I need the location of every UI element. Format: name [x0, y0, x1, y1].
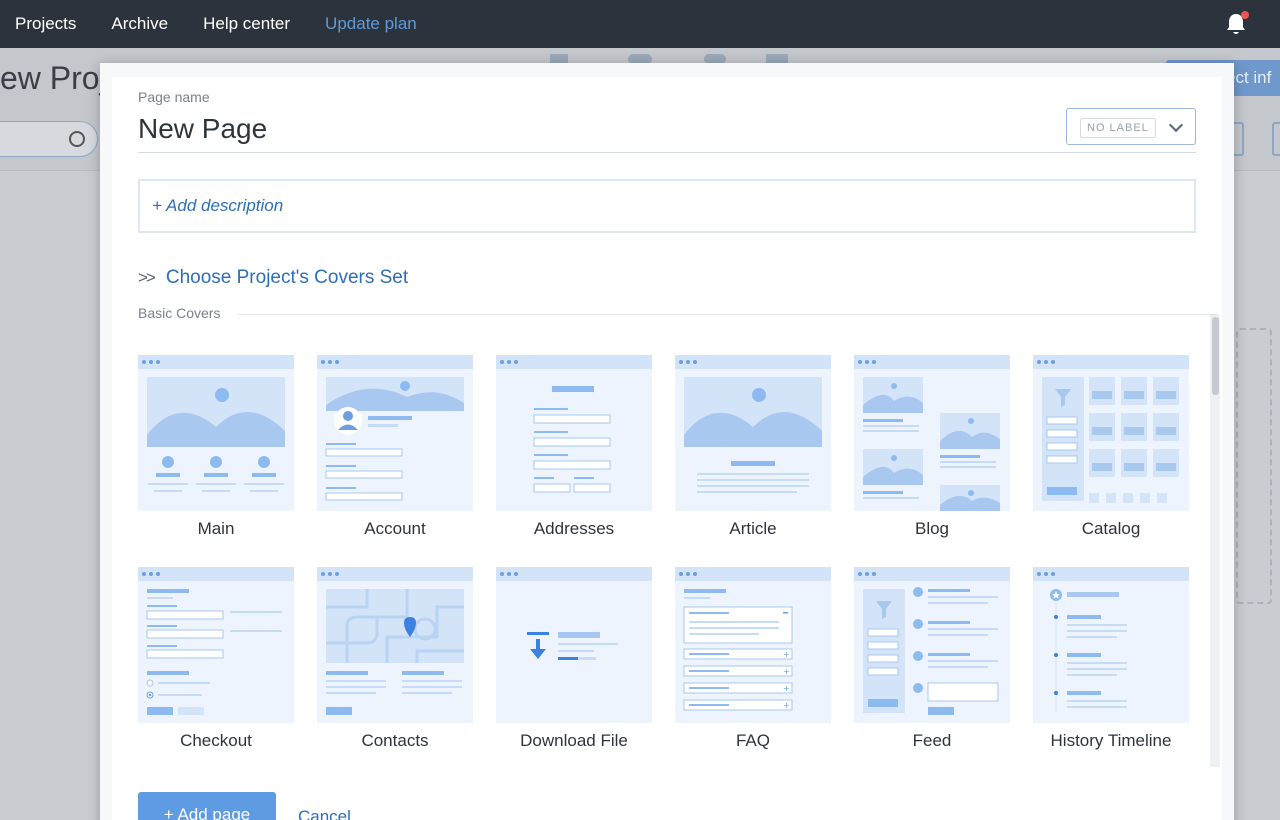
- cover-name: Blog: [914, 519, 950, 538]
- cover-card-blog[interactable]: Blog: [854, 355, 1010, 539]
- label-select[interactable]: NO LABEL: [1066, 108, 1196, 145]
- checkout-cover-icon: [138, 567, 294, 723]
- modal-body: Page name NO LABEL + Add description >> …: [112, 77, 1222, 820]
- covers-grid: Main Account Addresses Article Blog Cata…: [138, 339, 1198, 767]
- cover-card-addresses[interactable]: Addresses: [496, 355, 652, 539]
- double-chevron-right-icon: >>: [138, 268, 156, 287]
- feed-cover-icon: [854, 567, 1010, 723]
- background-page-title: ew Proj: [0, 60, 107, 96]
- cover-card-catalog[interactable]: Catalog: [1033, 355, 1189, 539]
- cover-card-history-timeline[interactable]: History Timeline: [1033, 567, 1189, 751]
- svg-text:+: +: [783, 701, 790, 710]
- addresses-cover-icon: [496, 355, 652, 511]
- cover-name: Addresses: [533, 519, 615, 538]
- cover-card-checkout[interactable]: Checkout: [138, 567, 294, 751]
- contacts-cover-icon: [317, 567, 473, 723]
- cover-name: History Timeline: [1050, 731, 1172, 750]
- background-dropzone: [1236, 328, 1272, 604]
- cover-name: Checkout: [180, 731, 252, 750]
- cover-name: Main: [197, 519, 235, 538]
- search-icon: [69, 131, 85, 147]
- notification-dot: [1241, 11, 1249, 19]
- cover-name: Account: [364, 519, 426, 538]
- page-name-input[interactable]: [138, 111, 1196, 153]
- cover-card-download-file[interactable]: Download File: [496, 567, 652, 751]
- notification-bell-icon[interactable]: [1225, 11, 1249, 36]
- cover-name: Download File: [520, 731, 628, 750]
- nav-update-plan[interactable]: Update plan: [325, 14, 417, 34]
- choose-covers-set-link[interactable]: >> Choose Project's Covers Set: [138, 265, 408, 291]
- nav-projects[interactable]: Projects: [15, 14, 76, 34]
- blog-cover-icon: [854, 355, 1010, 511]
- basic-covers-label: Basic Covers: [138, 305, 221, 321]
- description-placeholder: + Add description: [152, 196, 284, 215]
- label-tag: NO LABEL: [1080, 118, 1156, 138]
- cover-name: Article: [729, 519, 777, 538]
- cover-card-contacts[interactable]: Contacts: [317, 567, 473, 751]
- cover-name: FAQ: [735, 731, 770, 750]
- account-cover-icon: [317, 355, 473, 511]
- svg-text:+: +: [783, 667, 790, 676]
- cover-name: Contacts: [361, 731, 429, 750]
- cover-card-article[interactable]: Article: [675, 355, 831, 539]
- cover-card-faq[interactable]: + + + + FAQ: [675, 567, 831, 751]
- divider: [238, 314, 1218, 315]
- article-cover-icon: [675, 355, 831, 511]
- svg-text:+: +: [783, 684, 790, 693]
- nav-archive[interactable]: Archive: [111, 14, 168, 34]
- faq-cover-icon: + + + +: [675, 567, 831, 723]
- cover-name: Catalog: [1081, 519, 1141, 538]
- add-description-field[interactable]: + Add description: [138, 179, 1196, 233]
- cover-card-feed[interactable]: Feed: [854, 567, 1010, 751]
- history-timeline-cover-icon: [1033, 567, 1189, 723]
- catalog-cover-icon: [1033, 355, 1189, 511]
- download-file-cover-icon: [496, 567, 652, 723]
- top-nav: Projects Archive Help center Update plan: [0, 0, 1280, 48]
- add-page-button[interactable]: + Add page: [138, 792, 276, 820]
- page-name-label: Page name: [138, 89, 210, 105]
- add-page-modal: Page name NO LABEL + Add description >> …: [100, 63, 1234, 820]
- background-search-input: [0, 121, 98, 157]
- cancel-link[interactable]: Cancel: [298, 807, 351, 820]
- nav-help-center[interactable]: Help center: [203, 14, 290, 34]
- chevron-down-icon: [1168, 117, 1184, 133]
- cover-name: Feed: [912, 731, 952, 750]
- covers-scrollbar-thumb[interactable]: [1212, 317, 1219, 395]
- main-cover-icon: [138, 355, 294, 511]
- cover-card-account[interactable]: Account: [317, 355, 473, 539]
- background-square-button: [1272, 122, 1280, 156]
- svg-text:+: +: [783, 650, 790, 659]
- covers-set-label: Choose Project's Covers Set: [165, 267, 409, 288]
- cover-card-main[interactable]: Main: [138, 355, 294, 539]
